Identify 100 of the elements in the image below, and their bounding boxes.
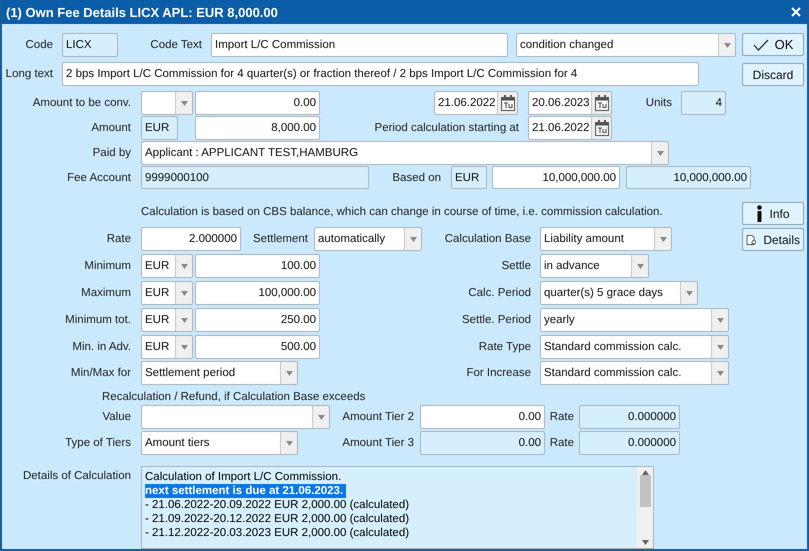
field-label: Min/Max for <box>70 366 132 381</box>
number-field[interactable]: 500.00 <box>195 335 320 359</box>
number-field[interactable]: 8,000.00 <box>195 116 320 140</box>
info-icon <box>756 205 764 222</box>
readonly-field: EUR <box>451 166 487 189</box>
caret-icon <box>286 370 292 376</box>
field-label: Calculation Base <box>444 232 532 247</box>
dropdown[interactable]: Standard commission calc. <box>540 361 729 385</box>
readonly-field: EUR <box>141 116 178 140</box>
dropdown[interactable]: EUR <box>141 335 193 359</box>
dropdown[interactable]: automatically <box>314 227 422 251</box>
field-label: Value <box>101 410 132 425</box>
field-label: Min. in Adv. <box>71 340 132 355</box>
info-text: Recalculation / Refund, if Calculation Base exceeds <box>102 390 366 404</box>
field-label: Amount <box>90 121 132 136</box>
number-field[interactable]: 0.00 <box>195 91 320 115</box>
number-field[interactable]: 100,000.00 <box>195 281 320 305</box>
caret-icon <box>286 440 292 446</box>
caret-icon <box>724 42 730 48</box>
date-field[interactable]: 20.06.2023 <box>528 91 612 115</box>
dropdown[interactable]: in advance <box>540 254 649 278</box>
field-label: Amount to be conv. <box>32 96 132 111</box>
field-label: Code <box>24 38 54 53</box>
dialog-button[interactable]: Details <box>742 228 804 251</box>
caret-icon <box>716 318 724 322</box>
date-field[interactable]: 21.06.2022 <box>528 116 612 140</box>
dropdown[interactable]: Amount tiers <box>141 431 298 455</box>
dropdown[interactable]: quarter(s) 5 grace days <box>540 281 698 305</box>
dropdown[interactable]: yearly <box>540 308 729 332</box>
close-icon[interactable] <box>791 7 801 17</box>
details-text-area[interactable] <box>141 466 654 549</box>
number-field[interactable]: 100.00 <box>195 254 320 278</box>
number-field[interactable]: 250.00 <box>195 308 320 332</box>
scroll-down-icon[interactable] <box>642 540 648 545</box>
field-label: Details of Calculation <box>22 469 132 482</box>
field-label: Rate <box>106 232 132 247</box>
dialog-button[interactable]: Discard <box>742 63 804 86</box>
window-title: (1) Own Fee Details LICX APL: EUR 8,000.00 <box>6 4 278 20</box>
number-field[interactable]: 0.00 <box>420 405 545 429</box>
date-field[interactable]: 21.06.2022 <box>434 91 518 115</box>
dropdown[interactable]: Settlement period <box>141 361 298 385</box>
field-label: Code Text <box>149 38 203 53</box>
field-label: Minimum tot. <box>64 313 132 328</box>
dropdown[interactable]: EUR <box>141 254 193 278</box>
dropdown[interactable]: Standard commission calc. <box>540 335 729 359</box>
caret-icon <box>180 318 188 322</box>
dropdown[interactable]: Applicant : APPLICANT TEST,HAMBURG <box>141 141 669 165</box>
caret-icon <box>716 344 724 350</box>
check-icon <box>752 38 769 50</box>
caret-icon <box>716 370 724 376</box>
field-label: Maximum <box>80 286 132 301</box>
calendar-icon <box>594 94 610 112</box>
text-line: Calculation of Import L/C Commission. <box>145 470 342 484</box>
dropdown[interactable]: EUR <box>141 308 193 332</box>
caret-icon <box>686 290 692 296</box>
field-label: Units <box>644 96 673 111</box>
field-label: Rate <box>548 436 575 451</box>
info-text: Calculation is based on CBS balance, which can change in course of time, i.e. commission calculation. <box>141 205 663 220</box>
dialog-button[interactable]: Info <box>742 202 804 225</box>
caret-icon <box>180 290 188 296</box>
text-line: - 21.09.2022-20.12.2022 EUR 2,000.00 (calculated) <box>145 512 410 526</box>
caret-icon <box>660 236 666 242</box>
calendar-icon <box>500 94 516 112</box>
readonly-field: LICX <box>62 33 118 57</box>
caret-icon <box>410 236 416 242</box>
text-field[interactable]: 2 bps Import L/C Commission for 4 quarter(s) or fraction thereof / 2 bps Import L/C Commission for 4 <box>62 62 699 86</box>
field-label: Type of Tiers <box>64 436 132 451</box>
field-label: Amount Tier 2 <box>341 410 415 425</box>
readonly-field: 9999000100 <box>141 166 369 189</box>
text-line: - 21.06.2022-20.09.2022 EUR 2,000.00 (calculated) <box>145 498 410 512</box>
dropdown[interactable]: condition changed <box>516 33 736 57</box>
caret-icon <box>180 264 188 268</box>
field-label: Paid by <box>92 146 132 161</box>
field-label: Long text <box>4 67 54 82</box>
caret-icon <box>656 150 664 156</box>
dropdown[interactable]: EUR <box>141 281 193 305</box>
dialog-button[interactable]: OK <box>742 33 804 56</box>
scrollbar[interactable] <box>637 467 653 548</box>
readonly-field: 0.00 <box>420 431 545 455</box>
readonly-field: 10,000,000.00 <box>626 166 751 189</box>
field-label: Period calculation starting at <box>374 121 520 136</box>
caret-icon <box>180 344 188 350</box>
text-field[interactable]: Import L/C Commission <box>211 33 508 57</box>
field-label: Settlement <box>252 232 309 247</box>
field-label: Rate Type <box>478 340 532 355</box>
caret-icon <box>318 414 324 420</box>
calendar-icon <box>594 119 610 137</box>
readonly-field: 0.000000 <box>579 405 680 429</box>
field-label: Calc. Period <box>467 286 532 301</box>
dropdown[interactable]: Liability amount <box>540 227 672 251</box>
text-line: - 21.12.2022-20.03.2023 EUR 2,000.00 (calculated) <box>145 526 410 540</box>
readonly-field: 0.000000 <box>579 431 680 455</box>
number-field[interactable]: 2.000000 <box>141 227 241 251</box>
field-label: Fee Account <box>66 170 132 186</box>
field-label: Rate <box>548 410 575 425</box>
readonly-field: 4 <box>681 91 726 115</box>
caret-icon <box>180 100 188 106</box>
field-label: Settle. Period <box>460 313 532 328</box>
field-label: Based on <box>391 170 442 186</box>
number-field[interactable]: 10,000,000.00 <box>492 166 620 189</box>
